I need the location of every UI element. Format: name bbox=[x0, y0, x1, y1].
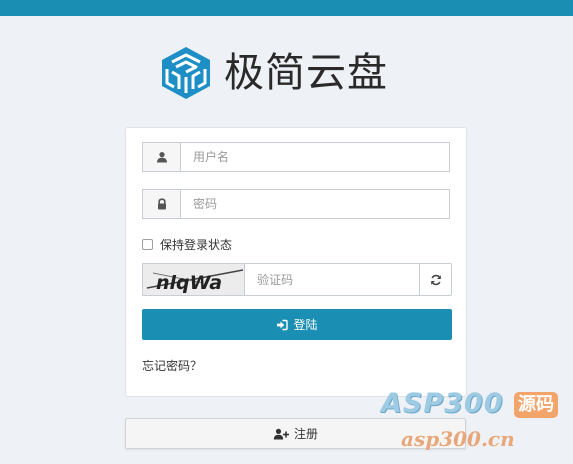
login-card: 保持登录状态 nlqWa 登陆 忘记密 bbox=[125, 127, 467, 397]
top-bar bbox=[0, 0, 573, 16]
watermark-url: asp300.cn bbox=[401, 427, 515, 451]
cube-logo-icon bbox=[162, 47, 210, 99]
watermark-brand: ASP300 bbox=[381, 388, 504, 419]
refresh-captcha-button[interactable] bbox=[419, 263, 452, 296]
watermark-badge: 源码 bbox=[514, 392, 558, 418]
forgot-password-link[interactable]: 忘记密码？ bbox=[142, 357, 202, 374]
captcha-text: nlqWa bbox=[156, 272, 222, 294]
username-group bbox=[142, 142, 450, 172]
captcha-image[interactable]: nlqWa bbox=[142, 263, 245, 296]
user-icon bbox=[142, 142, 180, 172]
username-input[interactable] bbox=[180, 142, 450, 172]
refresh-icon bbox=[430, 274, 441, 285]
remember-me[interactable]: 保持登录状态 bbox=[142, 236, 232, 252]
sign-in-icon bbox=[276, 319, 289, 331]
password-group bbox=[142, 189, 450, 219]
login-button[interactable]: 登陆 bbox=[142, 309, 452, 340]
register-label: 注册 bbox=[293, 427, 318, 441]
login-label: 登陆 bbox=[293, 318, 318, 332]
lock-icon bbox=[142, 189, 180, 219]
password-input[interactable] bbox=[180, 189, 450, 219]
user-plus-icon bbox=[273, 428, 289, 440]
captcha-row: nlqWa bbox=[142, 263, 452, 296]
remember-checkbox[interactable] bbox=[142, 238, 153, 250]
captcha-input[interactable] bbox=[244, 263, 420, 296]
app-title: 极简云盘 bbox=[224, 50, 388, 96]
remember-label: 保持登录状态 bbox=[160, 237, 233, 252]
watermark: ASP300 源码 asp300.cn bbox=[381, 388, 571, 458]
brand-header: 极简云盘 bbox=[158, 43, 388, 103]
